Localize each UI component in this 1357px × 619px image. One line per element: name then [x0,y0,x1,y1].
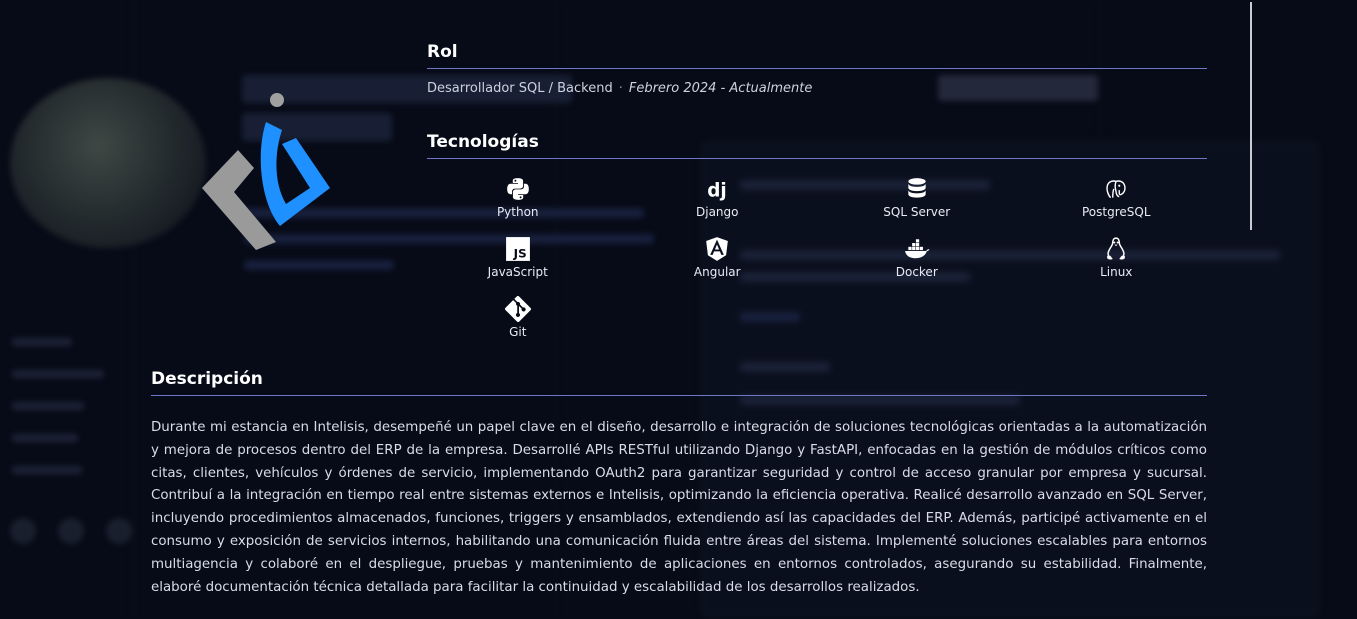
angular-icon [706,237,729,261]
tech-label: Django [696,205,739,219]
tech-label: Angular [693,265,741,279]
background-social-links [10,518,132,544]
tech-linux: Linux [1017,236,1217,282]
brand-logo [202,93,330,250]
tech-python: Python [418,176,618,222]
git-icon [504,296,531,322]
tech-docker: Docker [817,236,1017,282]
docker-icon [904,239,930,259]
scrollbar[interactable] [1250,2,1252,230]
technologies-heading: Tecnologías [427,132,1207,159]
django-icon: dj [708,181,728,202]
description-text: Durante mi estancia en Intelisis, desemp… [151,420,1207,595]
tech-sql-server: SQL Server [817,176,1017,222]
tech-label: Python [496,205,539,219]
tech-angular: Angular [618,236,818,282]
tech-postgresql: PostgreSQL [1017,176,1217,222]
role-period: Febrero 2024 - Actualmente [628,81,813,96]
javascript-icon: JS [505,237,530,261]
tech-label: JavaScript [487,265,548,279]
tech-javascript: JS JavaScript [418,236,618,282]
role-separator: · [618,81,623,96]
svg-text:dj: dj [708,181,728,202]
linux-icon [1107,237,1126,260]
tech-git: Git [418,296,618,342]
description-heading: Descripción [151,369,1207,396]
python-icon [506,178,529,200]
role-title: Desarrollador SQL / Backend [427,81,613,96]
tech-django: dj Django [618,176,818,222]
technologies-grid: Python dj Django SQL Server PostgreSQL J… [418,176,1216,342]
tech-label: Linux [1100,265,1133,279]
profile-photo [10,78,206,248]
tech-label: PostgreSQL [1081,205,1151,219]
tech-label: Git [509,325,527,339]
role-line: Desarrollador SQL / Backend · Febrero 2024… [427,81,812,96]
background-section-title-placeholder [938,75,1098,101]
postgresql-icon [1106,180,1126,199]
tech-label: Docker [895,265,938,279]
background-nav [12,335,104,495]
database-icon [908,178,926,198]
role-heading: Rol [427,42,1207,69]
tech-label: SQL Server [883,205,951,219]
svg-text:JS: JS [512,247,526,261]
